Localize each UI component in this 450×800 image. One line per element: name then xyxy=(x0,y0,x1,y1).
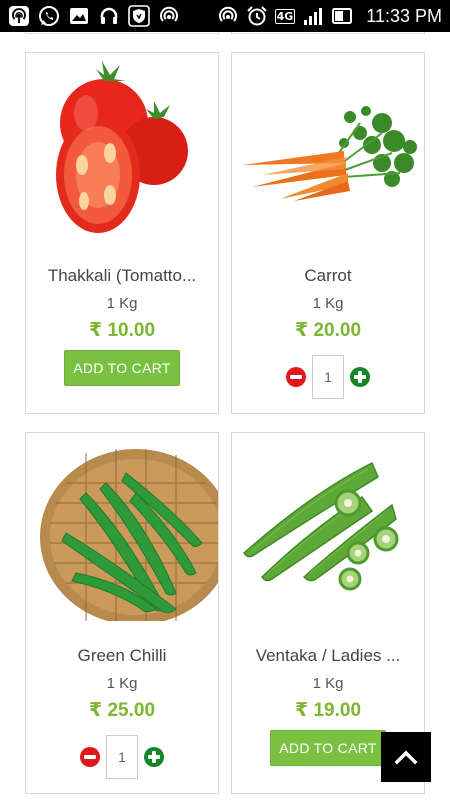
decrease-quantity-button[interactable] xyxy=(286,367,306,387)
status-bar: 4G 11:33 PM xyxy=(0,0,450,32)
product-unit: 1 Kg xyxy=(312,675,344,692)
product-name[interactable]: Carrot xyxy=(232,266,424,286)
product-price: ₹ 25.00 xyxy=(88,700,156,721)
product-image-carrot[interactable] xyxy=(232,53,424,241)
product-image-tomato[interactable] xyxy=(26,53,218,241)
quantity-field[interactable]: 1 xyxy=(312,355,344,399)
system-icons: 4G 11:33 PM xyxy=(217,5,442,27)
increase-quantity-button[interactable] xyxy=(350,367,370,387)
product-card[interactable]: Carrot 1 Kg ₹ 20.00 1 xyxy=(231,52,425,414)
product-image-okra[interactable] xyxy=(232,433,424,621)
product-grid: Thakkali (Tomatto... 1 Kg ₹ 10.00 ADD TO… xyxy=(0,32,450,800)
alarm-icon xyxy=(246,5,268,27)
previous-card-bottom xyxy=(231,32,425,34)
hotspot-icon xyxy=(158,5,180,27)
product-price: ₹ 10.00 xyxy=(88,320,156,341)
clock: 11:33 PM xyxy=(366,5,442,26)
product-name[interactable]: Green Chilli xyxy=(26,646,218,666)
chevron-up-icon xyxy=(394,750,418,765)
hotspot-icon xyxy=(8,5,30,27)
product-image-green-chilli[interactable] xyxy=(26,433,218,621)
quantity-stepper: 1 xyxy=(26,735,218,779)
headset-icon xyxy=(98,5,120,27)
product-name[interactable]: Ventaka / Ladies ... xyxy=(232,646,424,666)
hotspot-icon xyxy=(217,5,239,27)
product-unit: 1 Kg xyxy=(106,675,138,692)
network-type-badge: 4G xyxy=(274,8,296,24)
signal-icon xyxy=(302,5,324,27)
product-price: ₹ 19.00 xyxy=(294,700,362,721)
previous-card-bottom xyxy=(25,32,219,34)
product-card[interactable]: Thakkali (Tomatto... 1 Kg ₹ 10.00 ADD TO… xyxy=(25,52,219,414)
increase-quantity-button[interactable] xyxy=(144,747,164,767)
product-unit: 1 Kg xyxy=(106,295,138,312)
notification-icons xyxy=(8,5,180,27)
shield-icon xyxy=(128,5,150,27)
product-price: ₹ 20.00 xyxy=(294,320,362,341)
battery-icon xyxy=(331,5,353,27)
decrease-quantity-button[interactable] xyxy=(80,747,100,767)
add-to-cart-button[interactable]: ADD TO CART xyxy=(64,350,180,386)
product-name[interactable]: Thakkali (Tomatto... xyxy=(26,266,218,286)
quantity-field[interactable]: 1 xyxy=(106,735,138,779)
product-card[interactable]: Green Chilli 1 Kg ₹ 25.00 1 xyxy=(25,432,219,794)
gallery-icon xyxy=(68,5,90,27)
add-to-cart-button[interactable]: ADD TO CART xyxy=(270,730,386,766)
product-unit: 1 Kg xyxy=(312,295,344,312)
scroll-to-top-button[interactable] xyxy=(381,732,431,782)
quantity-stepper: 1 xyxy=(232,355,424,399)
whatsapp-icon xyxy=(38,5,60,27)
